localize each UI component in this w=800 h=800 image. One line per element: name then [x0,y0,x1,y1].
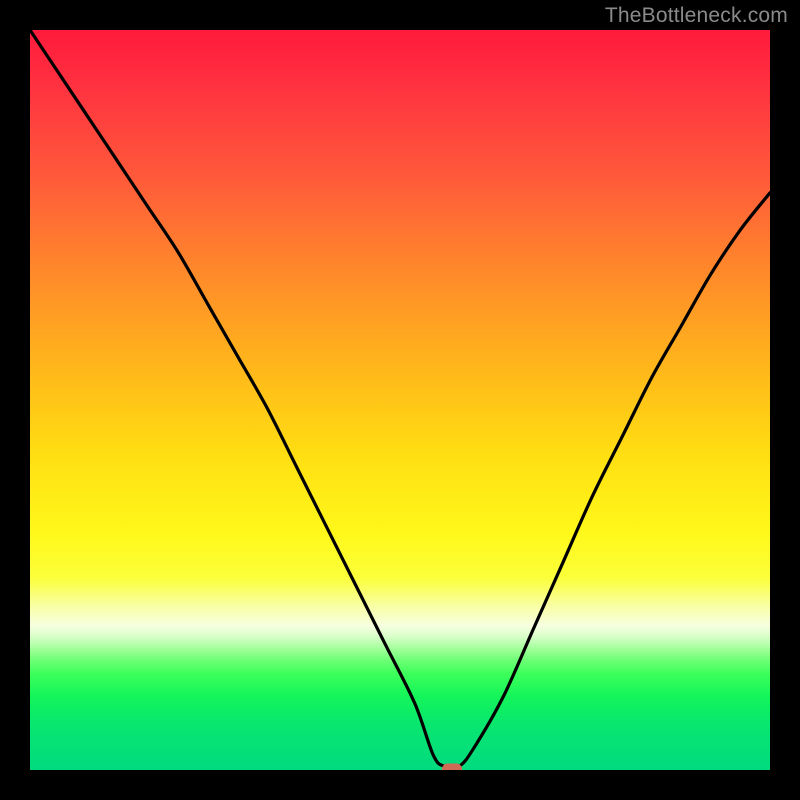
curve-svg [30,30,770,770]
plot-area [30,30,770,770]
bottleneck-curve-path [30,30,770,768]
watermark-text: TheBottleneck.com [605,4,788,28]
chart-frame: TheBottleneck.com [0,0,800,800]
optimal-point-marker [442,763,462,770]
